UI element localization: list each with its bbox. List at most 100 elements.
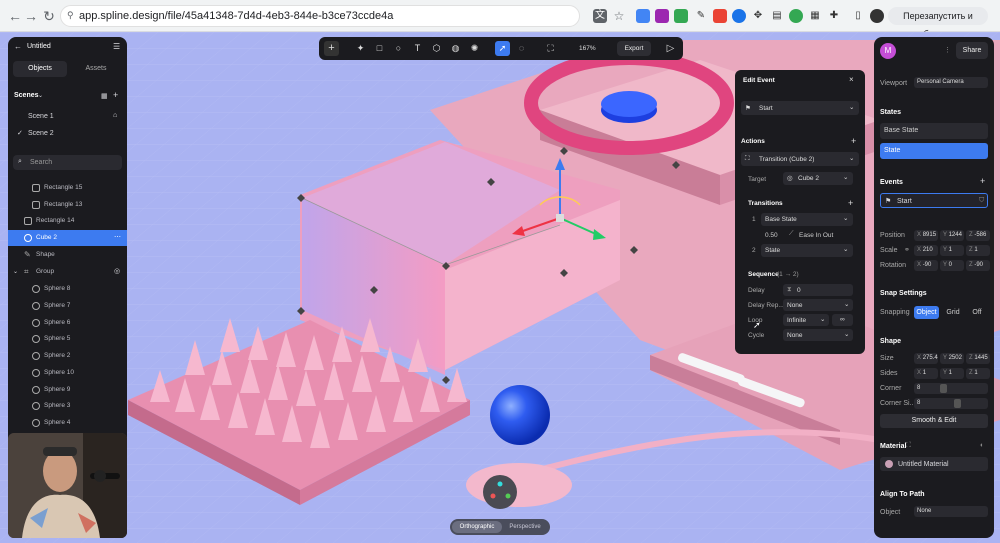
scenes-label[interactable]: Scenes: [14, 92, 39, 99]
target-select[interactable]: ◎ Cube 2 ⌄: [783, 172, 853, 185]
sides-y[interactable]: Y 1: [940, 368, 964, 379]
search-input[interactable]: ⌕ Search: [13, 155, 122, 170]
export-button[interactable]: Export: [617, 41, 651, 56]
close-icon[interactable]: ×: [849, 75, 854, 84]
delay-input[interactable]: ⧗ 0: [783, 284, 853, 296]
list-item-selected[interactable]: Cube 2 ⋯: [8, 230, 127, 246]
sphere-tool-icon[interactable]: ◍: [448, 41, 463, 56]
extension-icon[interactable]: ▦: [808, 9, 822, 23]
list-item[interactable]: Rectangle 13: [8, 197, 127, 213]
light-tool-icon[interactable]: ✺: [467, 41, 482, 56]
extension-icon[interactable]: [789, 9, 803, 23]
cycle-select[interactable]: None ⌄: [783, 329, 853, 341]
camera-gizmo[interactable]: [483, 475, 517, 509]
extension-icon[interactable]: [674, 9, 688, 23]
corner-slider-handle[interactable]: [940, 384, 947, 393]
chevron-down-icon[interactable]: ⌄: [38, 92, 43, 99]
viewport-select[interactable]: Personal Camera: [914, 77, 988, 88]
address-bar[interactable]: ⚲ app.spline.design/file/45a41348-7d4d-4…: [60, 5, 580, 27]
extension-icon[interactable]: [713, 9, 727, 23]
play-icon[interactable]: ▷: [663, 41, 678, 56]
scene-item[interactable]: Scene 2: [28, 130, 54, 137]
transition-2-select[interactable]: State ⌄: [761, 244, 853, 257]
add-transition-icon[interactable]: +: [848, 198, 853, 208]
list-item[interactable]: Sphere 8: [8, 281, 127, 297]
list-item[interactable]: Sphere 2: [8, 348, 127, 364]
size-x[interactable]: X 275.4: [914, 353, 938, 364]
extension-icon[interactable]: [655, 9, 669, 23]
translate-icon[interactable]: 文: [593, 9, 607, 23]
material-select[interactable]: Untitled Material: [880, 457, 988, 471]
snap-off-button[interactable]: Off: [966, 306, 988, 319]
relaunch-button[interactable]: Перезапустить и обновить: [888, 7, 988, 39]
perspective-button[interactable]: Perspective: [502, 521, 548, 533]
puzzle-icon[interactable]: ✚: [827, 9, 841, 23]
list-item[interactable]: ⌄ ⌗ Group ◎: [8, 264, 127, 280]
extension-icon[interactable]: [732, 9, 746, 23]
filter-icon[interactable]: ⛉: [979, 197, 984, 205]
material-options-icon[interactable]: ◐: [980, 442, 984, 449]
extension-icon[interactable]: ▤: [770, 9, 784, 23]
list-item[interactable]: Rectangle 14: [8, 213, 127, 229]
loop-select[interactable]: Infinite ⌄: [783, 314, 829, 326]
tab-assets[interactable]: Assets: [70, 61, 122, 77]
target-icon[interactable]: ◎: [114, 264, 120, 280]
list-item[interactable]: Sphere 7: [8, 298, 127, 314]
easing-value[interactable]: Ease In Out: [799, 232, 833, 239]
grid-icon[interactable]: ▦: [101, 92, 108, 100]
rotation-x[interactable]: X -90: [914, 260, 938, 271]
smooth-edit-button[interactable]: Smooth & Edit: [880, 414, 988, 428]
list-item[interactable]: Sphere 6: [8, 315, 127, 331]
snap-grid-button[interactable]: Grid: [941, 306, 965, 319]
extension-icon[interactable]: [636, 9, 650, 23]
pen-icon[interactable]: ✎: [694, 9, 708, 23]
corner-sides-slider-handle[interactable]: [954, 399, 961, 408]
site-info-icon[interactable]: ⚲: [67, 10, 74, 21]
event-item[interactable]: ⚑ Start ⛉: [880, 193, 988, 208]
action-select[interactable]: ⛶ Transition (Cube 2) ⌄: [741, 152, 859, 166]
text-tool-icon[interactable]: T: [410, 41, 425, 56]
position-z[interactable]: Z -586: [966, 230, 990, 241]
scale-y[interactable]: Y 1: [940, 245, 964, 256]
snap-object-button[interactable]: Object: [914, 306, 939, 319]
move-icon[interactable]: ✥: [751, 9, 765, 23]
add-action-icon[interactable]: +: [851, 136, 856, 146]
cube-tool-icon[interactable]: ⬡: [429, 41, 444, 56]
tab-objects[interactable]: Objects: [13, 61, 67, 77]
orthographic-button[interactable]: Orthographic: [452, 521, 502, 533]
profile-avatar[interactable]: [870, 9, 884, 23]
ellipse-tool-icon[interactable]: ○: [391, 41, 406, 56]
home-icon[interactable]: ⌂: [113, 112, 117, 119]
more-icon[interactable]: ⋯: [114, 230, 121, 246]
infinity-icon[interactable]: ∞: [832, 314, 853, 326]
duration-value[interactable]: 0.50: [765, 232, 778, 239]
list-item[interactable]: Rectangle 15: [8, 180, 127, 196]
list-item[interactable]: ✎ Shape: [8, 247, 127, 263]
back-arrow-icon[interactable]: ←: [14, 42, 22, 51]
state-base[interactable]: Base State: [880, 123, 988, 139]
share-button[interactable]: Share: [956, 42, 988, 59]
sides-z[interactable]: Z 1: [966, 368, 990, 379]
lock-icon[interactable]: ⚭: [904, 246, 910, 254]
bookmark-star-icon[interactable]: ☆: [612, 9, 626, 23]
list-item[interactable]: Sphere 5: [8, 331, 127, 347]
position-y[interactable]: Y 1244: [940, 230, 964, 241]
size-z[interactable]: Z 1445: [966, 353, 990, 364]
add-event-icon[interactable]: +: [980, 176, 985, 186]
position-x[interactable]: X 8915: [914, 230, 938, 241]
size-y[interactable]: Y 2502: [940, 353, 964, 364]
rotation-z[interactable]: Z -90: [966, 260, 990, 271]
trigger-select[interactable]: ⚑ Start ⌄: [741, 101, 859, 115]
side-panel-icon[interactable]: ▯: [851, 9, 865, 23]
add-scene-icon[interactable]: +: [113, 90, 118, 100]
sides-x[interactable]: X 1: [914, 368, 938, 379]
scale-x[interactable]: X 210: [914, 245, 938, 256]
user-avatar[interactable]: M: [880, 43, 896, 59]
add-object-button[interactable]: +: [324, 41, 339, 56]
select-tool-icon[interactable]: ➚: [495, 41, 510, 56]
corner-sides-input[interactable]: 8: [914, 398, 988, 409]
comment-tool-icon[interactable]: ◌: [514, 41, 529, 56]
scene-item[interactable]: Scene 1: [28, 113, 54, 120]
rotation-y[interactable]: Y 0: [940, 260, 964, 271]
list-item[interactable]: Sphere 4: [8, 415, 127, 431]
